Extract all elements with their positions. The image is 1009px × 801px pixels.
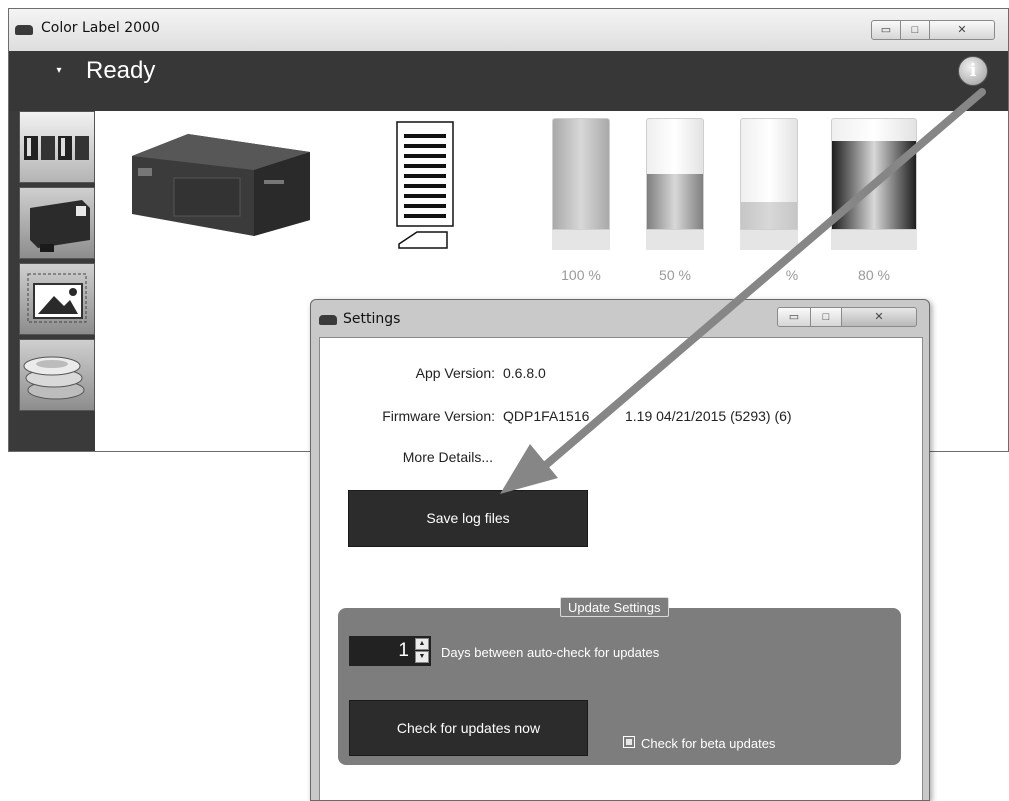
minimize-icon: ▭ bbox=[880, 24, 892, 36]
save-log-files-button[interactable]: Save log files bbox=[348, 490, 588, 547]
ink-level-label: % bbox=[785, 267, 799, 283]
dialog-title: Settings bbox=[343, 311, 401, 327]
maximize-button[interactable]: □ bbox=[900, 20, 930, 40]
ink-tank bbox=[740, 118, 798, 253]
tab-labels[interactable] bbox=[19, 339, 95, 411]
header-dropdown-icon[interactable]: ▾ bbox=[52, 66, 66, 76]
app-version-value: 0.6.8.0 bbox=[503, 365, 546, 381]
maximize-icon: □ bbox=[822, 311, 830, 323]
ink-tank bbox=[552, 118, 610, 253]
firmware-version-value: QDP1FA1516 bbox=[503, 408, 590, 424]
spin-down-icon[interactable]: ▼ bbox=[415, 651, 429, 663]
minimize-icon: ▭ bbox=[788, 311, 800, 323]
app-version-label: App Version: bbox=[415, 365, 495, 381]
days-value[interactable]: 1 bbox=[349, 636, 413, 666]
dialog-maximize-button[interactable]: □ bbox=[810, 307, 842, 327]
label-media-icon bbox=[396, 121, 454, 249]
beta-updates-label: Check for beta updates bbox=[641, 736, 776, 751]
tab-image[interactable] bbox=[19, 263, 95, 335]
check-updates-now-button[interactable]: Check for updates now bbox=[349, 700, 588, 756]
days-stepper[interactable]: 1 ▲ ▼ bbox=[349, 636, 431, 666]
ink-level-label: 50 % bbox=[659, 267, 691, 283]
ink-level-label: 100 % bbox=[561, 267, 601, 283]
ink-level-fill bbox=[832, 141, 916, 229]
more-details-link[interactable]: More Details... bbox=[360, 449, 493, 465]
firmware-version-label: Firmware Version: bbox=[382, 408, 495, 424]
label-rolls-icon bbox=[23, 356, 85, 400]
beta-updates-checkbox[interactable] bbox=[623, 736, 635, 748]
tab-ink-levels[interactable] bbox=[19, 111, 95, 183]
ink-level-fill bbox=[553, 119, 609, 229]
spin-up-icon[interactable]: ▲ bbox=[415, 638, 429, 650]
window-title: Color Label 2000 bbox=[41, 20, 160, 36]
tab-printer[interactable] bbox=[19, 187, 95, 259]
update-settings-legend: Update Settings bbox=[560, 597, 669, 617]
printer-icon bbox=[319, 315, 337, 325]
dialog-minimize-button[interactable]: ▭ bbox=[777, 307, 811, 327]
minimize-button[interactable]: ▭ bbox=[871, 20, 901, 40]
firmware-version-details: 1.19 04/21/2015 (5293) (6) bbox=[625, 408, 792, 424]
status-text: Ready bbox=[86, 57, 156, 84]
cartridge-icon bbox=[30, 200, 90, 252]
maximize-icon: □ bbox=[911, 24, 919, 36]
printer-image bbox=[132, 134, 310, 236]
info-icon[interactable]: i bbox=[958, 56, 988, 86]
ink-level-fill bbox=[647, 174, 703, 229]
close-icon: ✕ bbox=[957, 24, 967, 36]
ink-cartridges-icon bbox=[24, 136, 89, 160]
ink-level-label: 80 % bbox=[858, 267, 890, 283]
ink-tank bbox=[831, 118, 917, 253]
title-bar: Color Label 2000 ▭ □ ✕ bbox=[9, 9, 1008, 51]
status-header bbox=[9, 51, 1008, 111]
ink-tank bbox=[646, 118, 704, 253]
close-icon: ✕ bbox=[874, 311, 884, 323]
printer-icon bbox=[15, 25, 33, 35]
ink-level-fill bbox=[741, 201, 797, 229]
dialog-close-button[interactable]: ✕ bbox=[841, 307, 917, 327]
image-icon bbox=[27, 273, 87, 323]
days-between-label: Days between auto-check for updates bbox=[441, 645, 660, 660]
close-button[interactable]: ✕ bbox=[929, 20, 995, 40]
